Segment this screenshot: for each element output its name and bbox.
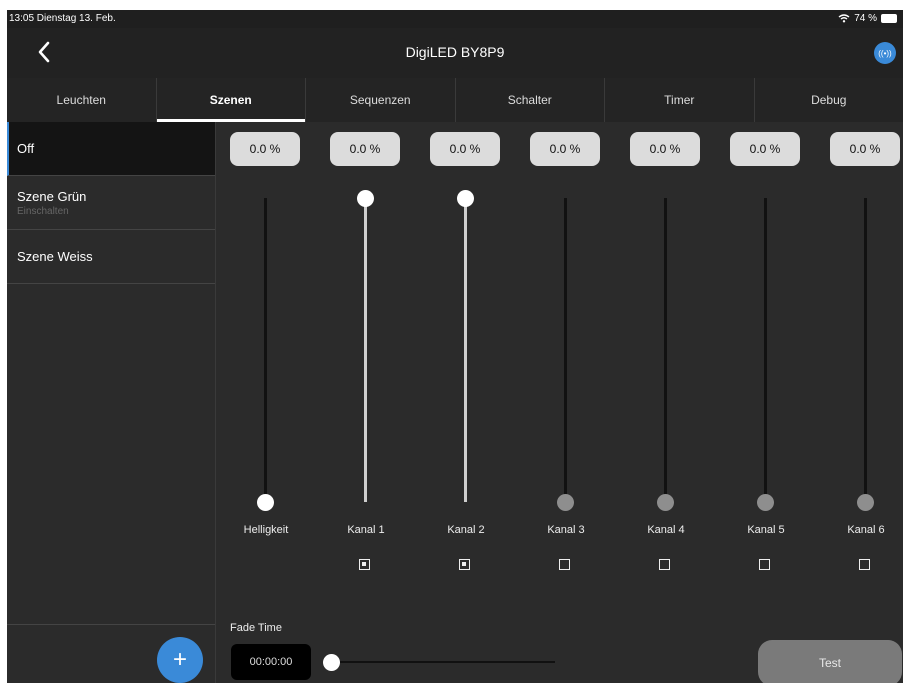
channel-column: 0.0 % Kanal 4: [616, 122, 716, 582]
channel-checkbox[interactable]: [459, 559, 470, 570]
fade-time-thumb[interactable]: [323, 654, 340, 671]
battery-percent: 74 %: [854, 13, 877, 24]
scene-label: Off: [17, 141, 35, 156]
channel-column: 0.0 % Kanal 5: [716, 122, 816, 582]
channel-label: Kanal 1: [347, 524, 385, 536]
channel-slider-track[interactable]: [764, 198, 767, 502]
channel-slider-thumb[interactable]: [657, 493, 674, 511]
scene-sublabel: Einschalten: [17, 205, 69, 217]
wifi-icon: [838, 14, 850, 23]
channel-slider-track[interactable]: [564, 198, 567, 502]
channel-slider-track[interactable]: [264, 198, 267, 502]
channel-label: Helligkeit: [243, 524, 289, 536]
add-scene-button[interactable]: +: [157, 637, 203, 683]
scene-label: Szene Weiss: [17, 249, 93, 264]
nav-bar: DigiLED BY8P9 ((•)): [7, 28, 903, 78]
channel-checkbox[interactable]: [859, 559, 870, 570]
channel-column: 0.0 % Kanal 1: [316, 122, 416, 582]
app-window: 13:05 Dienstag 13. Feb. 74 % DigiLED BY8…: [7, 10, 903, 683]
channel-column: 0.0 % Helligkeit: [216, 122, 316, 582]
channel-value[interactable]: 0.0 %: [530, 132, 600, 166]
scene-item[interactable]: Szene Grün Einschalten: [7, 176, 215, 230]
tab-leuchten[interactable]: Leuchten: [7, 78, 157, 122]
channel-slider-track[interactable]: [664, 198, 667, 502]
channel-slider-thumb[interactable]: [457, 189, 474, 207]
battery-icon: [881, 14, 897, 23]
channel-column: 0.0 % Kanal 6: [816, 122, 903, 582]
scene-list-footer: +: [7, 624, 215, 683]
channel-value[interactable]: 0.0 %: [630, 132, 700, 166]
channel-label: Kanal 6: [847, 524, 885, 536]
scene-items: Off Szene Grün Einschalten Szene Weiss: [7, 122, 215, 284]
channel-value[interactable]: 0.0 %: [330, 132, 400, 166]
channel-label: Kanal 4: [647, 524, 685, 536]
channel-value[interactable]: 0.0 %: [430, 132, 500, 166]
scene-item[interactable]: Off: [7, 122, 215, 176]
channel-column: 0.0 % Kanal 2: [416, 122, 516, 582]
channel-slider-thumb[interactable]: [757, 493, 774, 511]
status-right: 74 %: [838, 13, 897, 24]
scene-label: Szene Grün: [17, 188, 87, 204]
tab-szenen[interactable]: Szenen: [156, 78, 306, 122]
channel-checkbox[interactable]: [559, 559, 570, 570]
channel-slider-track[interactable]: [464, 198, 467, 502]
status-bar: 13:05 Dienstag 13. Feb. 74 %: [7, 10, 903, 28]
scene-item[interactable]: Szene Weiss: [7, 230, 215, 284]
fade-time-input[interactable]: 00:00:00: [231, 644, 311, 680]
channel-slider-track[interactable]: [364, 198, 367, 502]
channel-slider-thumb[interactable]: [357, 189, 374, 207]
channel-slider-thumb[interactable]: [857, 493, 874, 511]
channel-checkbox[interactable]: [759, 559, 770, 570]
fade-time-track[interactable]: [331, 661, 555, 663]
tab-timer[interactable]: Timer: [605, 78, 755, 122]
fade-time-label: Fade Time: [230, 622, 282, 634]
scene-editor: 0.0 % Helligkeit 0.0 % Kanal 1 0.0 % Kanal 20…: [216, 122, 903, 683]
scene-list: Off Szene Grün Einschalten Szene Weiss +: [7, 122, 216, 683]
status-time: 13:05 Dienstag 13. Feb.: [9, 13, 116, 24]
channel-slider-track[interactable]: [864, 198, 867, 502]
channel-checkbox[interactable]: [359, 559, 370, 570]
channel-column: 0.0 % Kanal 3: [516, 122, 616, 582]
channel-label: Kanal 5: [747, 524, 785, 536]
channel-slider-thumb[interactable]: [257, 493, 274, 511]
channel-checkbox[interactable]: [659, 559, 670, 570]
test-button[interactable]: Test: [758, 640, 902, 683]
tab-schalter[interactable]: Schalter: [456, 78, 605, 122]
tab-bar: Leuchten Szenen Sequenzen Schalter Timer Debu…: [7, 78, 903, 122]
device-title: DigiLED BY8P9: [405, 44, 505, 60]
channel-value[interactable]: 0.0 %: [730, 132, 800, 166]
channel-value[interactable]: 0.0 %: [230, 132, 300, 166]
channel-value[interactable]: 0.0 %: [830, 132, 900, 166]
tab-sequenzen[interactable]: Sequenzen: [306, 78, 456, 122]
broadcast-icon: ((•)): [878, 48, 892, 58]
tab-debug[interactable]: Debug: [755, 78, 904, 122]
channel-label: Kanal 2: [447, 524, 485, 536]
channel-slider-thumb[interactable]: [557, 493, 574, 511]
broadcast-button[interactable]: ((•)): [874, 42, 896, 64]
channel-label: Kanal 3: [547, 524, 585, 536]
